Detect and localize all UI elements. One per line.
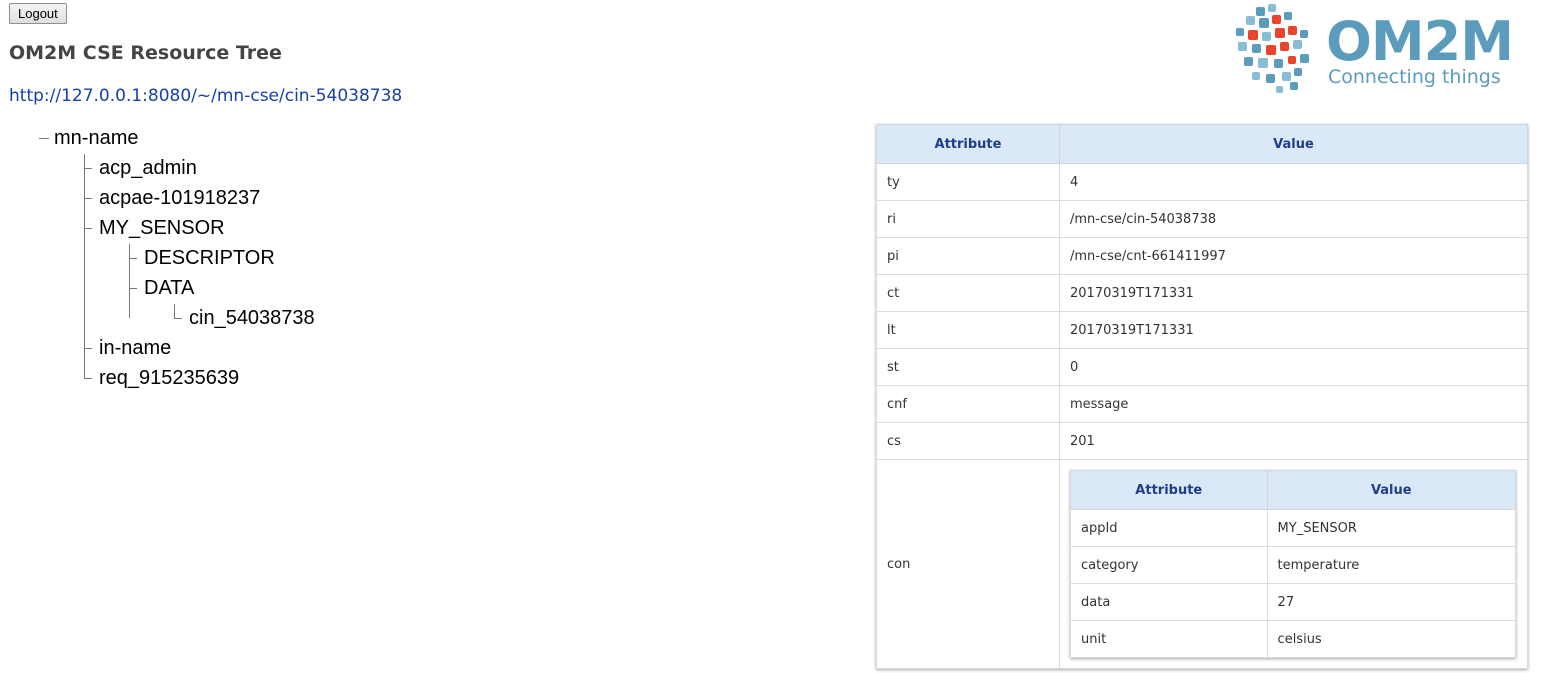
attribute-table: Attribute Value ty 4 ri/mn-cse/cin-540387… bbox=[876, 124, 1528, 669]
value-cell: /mn-cse/cin-54038738 bbox=[1059, 200, 1528, 238]
logo-squares-icon bbox=[1236, 4, 1309, 93]
om2m-logo: OM2M Connecting things bbox=[1236, 4, 1514, 93]
header-attribute: Attribute bbox=[876, 124, 1060, 164]
table-row: ri/mn-cse/cin-54038738 bbox=[876, 200, 1528, 238]
attr-cell: ty bbox=[876, 163, 1060, 201]
header-value: Value bbox=[1059, 124, 1528, 164]
tree-node-in-name[interactable]: in-name bbox=[99, 336, 171, 360]
con-attr-cell: unit bbox=[1070, 620, 1268, 658]
attr-cell-con: con bbox=[876, 459, 1060, 669]
con-table-row: appId MY_SENSOR bbox=[1070, 509, 1517, 547]
table-row: cs 201 bbox=[876, 422, 1528, 460]
attr-cell: cnf bbox=[876, 385, 1060, 423]
con-header-value: Value bbox=[1266, 470, 1517, 510]
tree-node-data[interactable]: DATA bbox=[144, 276, 194, 300]
con-attribute-table: Attribute Value appId MY_SENSOR category t… bbox=[1070, 470, 1517, 658]
con-table-row: data 27 bbox=[1070, 583, 1517, 621]
table-row: st 0 bbox=[876, 348, 1528, 386]
table-row: ct 20170319T171331 bbox=[876, 274, 1528, 312]
table-row: ty 4 bbox=[876, 163, 1528, 201]
value-cell: 4 bbox=[1059, 163, 1528, 201]
resource-tree: mn-name acp_admin acpae-101918237 MY_SEN… bbox=[0, 0, 500, 420]
value-cell: /mn-cse/cnt-661411997 bbox=[1059, 237, 1528, 275]
con-attr-cell: data bbox=[1070, 583, 1268, 621]
tree-node-acp-admin[interactable]: acp_admin bbox=[99, 156, 197, 180]
con-table-row: unit celsius bbox=[1070, 620, 1517, 658]
tree-node-req[interactable]: req_915235639 bbox=[99, 366, 239, 390]
con-value-cell: 27 bbox=[1266, 583, 1517, 621]
attr-cell: pi bbox=[876, 237, 1060, 275]
value-cell: 20170319T171331 bbox=[1059, 274, 1528, 312]
table-row: cnf message bbox=[876, 385, 1528, 423]
table-row-con: con Attribute Value appId MY_SENSOR categ… bbox=[876, 459, 1528, 669]
tree-node-acpae[interactable]: acpae-101918237 bbox=[99, 186, 260, 210]
attr-cell: st bbox=[876, 348, 1060, 386]
table-row: pi/mn-cse/cnt-661411997 bbox=[876, 237, 1528, 275]
con-table-row: category temperature bbox=[1070, 546, 1517, 584]
attr-cell: cs bbox=[876, 422, 1060, 460]
value-cell: message bbox=[1059, 385, 1528, 423]
con-value-cell: temperature bbox=[1266, 546, 1517, 584]
value-cell: 0 bbox=[1059, 348, 1528, 386]
attr-cell: ct bbox=[876, 274, 1060, 312]
tree-node-cin[interactable]: cin_54038738 bbox=[189, 306, 315, 330]
tree-node-my-sensor[interactable]: MY_SENSOR bbox=[99, 216, 225, 240]
tree-node-mn-name[interactable]: mn-name bbox=[54, 126, 138, 150]
tree-node-descriptor[interactable]: DESCRIPTOR bbox=[144, 246, 275, 270]
attr-cell: ri bbox=[876, 200, 1060, 238]
con-attr-cell: appId bbox=[1070, 509, 1268, 547]
value-cell: 20170319T171331 bbox=[1059, 311, 1528, 349]
value-cell: 201 bbox=[1059, 422, 1528, 460]
con-header-attribute: Attribute bbox=[1070, 470, 1268, 510]
attr-cell: lt bbox=[876, 311, 1060, 349]
logo-tagline: Connecting things bbox=[1328, 66, 1501, 88]
table-row: lt 20170319T171331 bbox=[876, 311, 1528, 349]
logo-word: OM2M bbox=[1326, 10, 1513, 73]
con-value-cell: MY_SENSOR bbox=[1266, 509, 1517, 547]
value-cell-con: Attribute Value appId MY_SENSOR category t… bbox=[1059, 459, 1528, 669]
con-attr-cell: category bbox=[1070, 546, 1268, 584]
con-value-cell: celsius bbox=[1266, 620, 1517, 658]
